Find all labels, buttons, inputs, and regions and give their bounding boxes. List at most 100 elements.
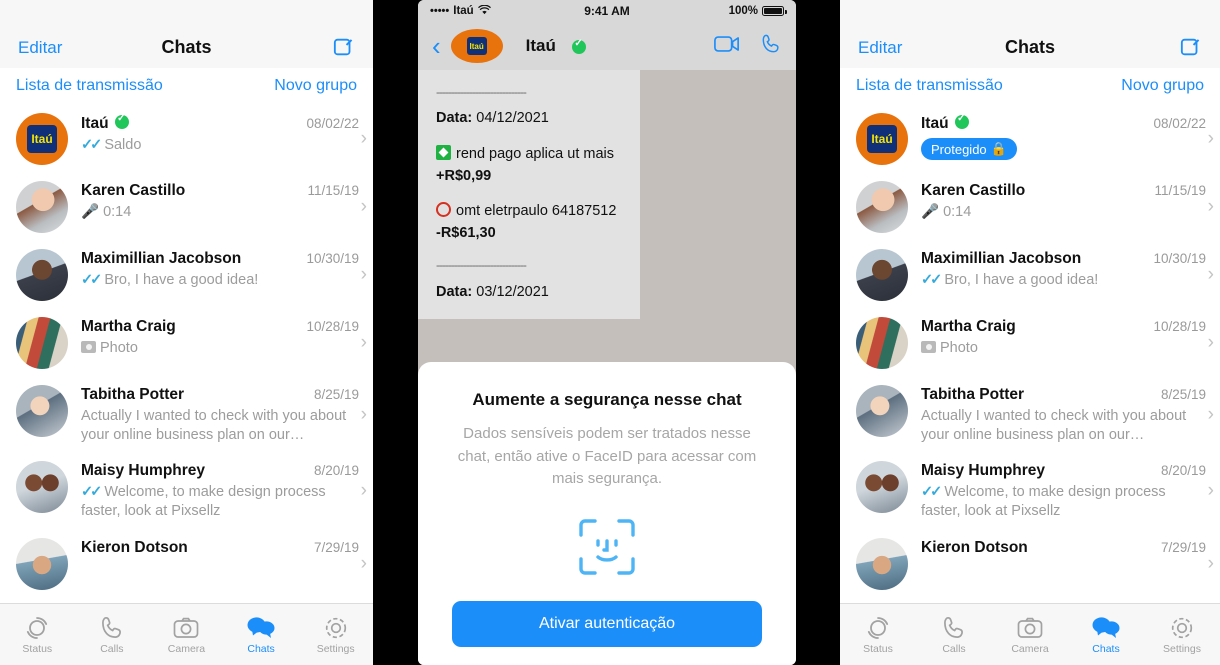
chat-row-header: Karen Castillo 11/15/19: [921, 182, 1206, 200]
contact-name: Tabitha Potter: [921, 386, 1025, 403]
avatar[interactable]: [16, 537, 68, 590]
chat-list-item[interactable]: Martha Craig 10/28/19 Photo ›: [840, 309, 1220, 377]
chat-snippet: Photo: [81, 339, 359, 358]
avatar[interactable]: [856, 537, 908, 590]
chat-detail-nav: ‹ Itaú Itaú: [418, 22, 796, 70]
chat-snippet: 🎤 0:14: [81, 203, 359, 222]
avatar[interactable]: Itaú: [856, 113, 908, 165]
avatar[interactable]: [16, 385, 68, 437]
video-call-icon[interactable]: [714, 35, 740, 58]
chat-row-body: Karen Castillo 11/15/19 🎤 0:14: [921, 181, 1206, 222]
chat-list-item[interactable]: Kieron Dotson 7/29/19 ›: [840, 530, 1220, 598]
chat-list-item[interactable]: Karen Castillo 11/15/19 🎤 0:14 ›: [0, 173, 373, 241]
chat-snippet-text: Welcome, to make design process faster, …: [921, 484, 1166, 520]
contact-name: Itaú: [921, 115, 949, 132]
chevron-right-icon[interactable]: ›: [361, 404, 367, 426]
avatar[interactable]: Itaú: [450, 29, 503, 63]
compose-icon[interactable]: [333, 36, 355, 58]
chat-row-header: Tabitha Potter 8/25/19: [921, 386, 1206, 404]
transaction-text: rend pago aplica ut mais: [456, 146, 614, 163]
chat-row-body: Karen Castillo 11/15/19 🎤 0:14: [81, 181, 359, 222]
chat-snippet-text: Actually I wanted to check with you abou…: [81, 408, 347, 444]
tab-settings[interactable]: Settings: [1144, 615, 1220, 655]
chat-timestamp: 10/28/19: [1153, 319, 1206, 334]
chat-list-item[interactable]: Martha Craig 10/28/19 Photo ›: [0, 309, 373, 377]
status-icon: [840, 615, 916, 641]
chat-list-item[interactable]: Kieron Dotson 7/29/19 ›: [0, 530, 373, 598]
phone-middle-chat-detail: ••••• Itaú 9:41 AM 100% ‹ Itaú Itaú ✓ --…: [418, 0, 796, 665]
tab-label: Calls: [942, 642, 966, 655]
chevron-right-icon[interactable]: ›: [1208, 553, 1214, 575]
compose-icon[interactable]: [1180, 36, 1202, 58]
tab-status[interactable]: Status: [0, 615, 75, 655]
chat-list-item[interactable]: Itaú Itaú 08/02/22 Protegido🔒 ›: [840, 105, 1220, 173]
transaction-amount: -R$61,30: [436, 225, 496, 242]
chevron-right-icon[interactable]: ›: [1208, 196, 1214, 218]
avatar[interactable]: [856, 317, 908, 369]
broadcast-list-button[interactable]: Lista de transmissão: [856, 77, 1003, 95]
chevron-right-icon[interactable]: ›: [1208, 404, 1214, 426]
back-chevron-icon[interactable]: ‹: [432, 33, 441, 59]
chevron-right-icon[interactable]: ›: [361, 264, 367, 286]
new-group-button[interactable]: Novo grupo: [274, 77, 357, 95]
voice-call-icon[interactable]: [760, 33, 782, 60]
chevron-right-icon[interactable]: ›: [1208, 332, 1214, 354]
chevron-right-icon[interactable]: ›: [361, 128, 367, 150]
chat-snippet-text: Bro, I have a good idea!: [944, 272, 1099, 288]
new-group-button[interactable]: Novo grupo: [1121, 77, 1204, 95]
chat-list-item[interactable]: Maisy Humphrey 8/20/19 ✓✓ Welcome, to make …: [840, 453, 1220, 529]
tab-calls[interactable]: Calls: [75, 615, 150, 655]
contact-name: Maximillian Jacobson: [921, 250, 1082, 267]
chat-list-item[interactable]: Maximillian Jacobson 10/30/19 ✓✓ Bro, I hav…: [0, 241, 373, 309]
statement-date-bottom: Data: 03/12/2021: [436, 282, 626, 303]
chat-snippet: Photo: [921, 339, 1206, 358]
photo-icon: [921, 341, 936, 353]
avatar[interactable]: [856, 181, 908, 233]
contact-name: Kieron Dotson: [81, 538, 188, 556]
chat-list-item[interactable]: ItaúItaú08/02/22✓✓Saldo›: [0, 105, 373, 173]
tab-camera[interactable]: Camera: [992, 615, 1068, 655]
chevron-right-icon[interactable]: ›: [361, 553, 367, 575]
avatar[interactable]: [856, 385, 908, 437]
divider-bottom: ------------------------------: [436, 258, 527, 273]
avatar[interactable]: Itaú: [16, 113, 68, 165]
tab-chats[interactable]: Chats: [1068, 615, 1144, 655]
verified-badge-icon: [954, 113, 969, 129]
chat-list-item[interactable]: Maximillian Jacobson 10/30/19 ✓✓ Bro, I hav…: [840, 241, 1220, 309]
tab-settings[interactable]: Settings: [298, 615, 373, 655]
chevron-right-icon[interactable]: ›: [1208, 264, 1214, 286]
chevron-right-icon[interactable]: ›: [361, 196, 367, 218]
chat-snippet-text: Actually I wanted to check with you abou…: [921, 408, 1187, 444]
broadcast-list-button[interactable]: Lista de transmissão: [16, 77, 163, 95]
chat-timestamp: 7/29/19: [313, 539, 359, 555]
chevron-right-icon[interactable]: ›: [1208, 480, 1214, 502]
chat-snippet: ✓✓ Bro, I have a good idea!: [81, 271, 359, 290]
chat-list-item[interactable]: Karen Castillo 11/15/19 🎤 0:14 ›: [840, 173, 1220, 241]
chevron-right-icon[interactable]: ›: [361, 332, 367, 354]
chat-list-item[interactable]: Tabitha Potter 8/25/19 Actually I wanted t…: [840, 377, 1220, 453]
avatar[interactable]: [856, 461, 908, 514]
avatar[interactable]: [16, 317, 68, 369]
chats-icon: [224, 615, 299, 641]
faceid-icon: [577, 517, 637, 577]
avatar[interactable]: [16, 461, 68, 514]
avatar[interactable]: [16, 249, 68, 301]
avatar[interactable]: [856, 249, 908, 301]
chevron-right-icon[interactable]: ›: [361, 480, 367, 502]
tab-calls[interactable]: Calls: [916, 615, 992, 655]
avatar[interactable]: [16, 181, 68, 233]
itau-logo: Itaú: [867, 125, 897, 153]
double-check-icon: ✓✓: [921, 484, 942, 501]
chevron-right-icon[interactable]: ›: [1208, 128, 1214, 150]
tab-label: Status: [863, 642, 893, 655]
tab-camera[interactable]: Camera: [149, 615, 224, 655]
chat-list-item[interactable]: Tabitha Potter 8/25/19 Actually I wanted t…: [0, 377, 373, 453]
activate-auth-button[interactable]: Ativar autenticação: [452, 600, 762, 647]
tab-chats[interactable]: Chats: [224, 615, 299, 655]
transaction-message-bubble[interactable]: ------------------------------ Data: 04/…: [418, 70, 640, 319]
not-now-button[interactable]: Agora não: [452, 647, 762, 665]
chat-list-item[interactable]: Maisy Humphrey 8/20/19 ✓✓ Welcome, to make …: [0, 453, 373, 529]
sub-actions-row: Lista de transmissão Novo grupo: [0, 68, 373, 105]
transaction-text: omt eletrpaulo 64187512: [456, 203, 617, 220]
tab-status[interactable]: Status: [840, 615, 916, 655]
